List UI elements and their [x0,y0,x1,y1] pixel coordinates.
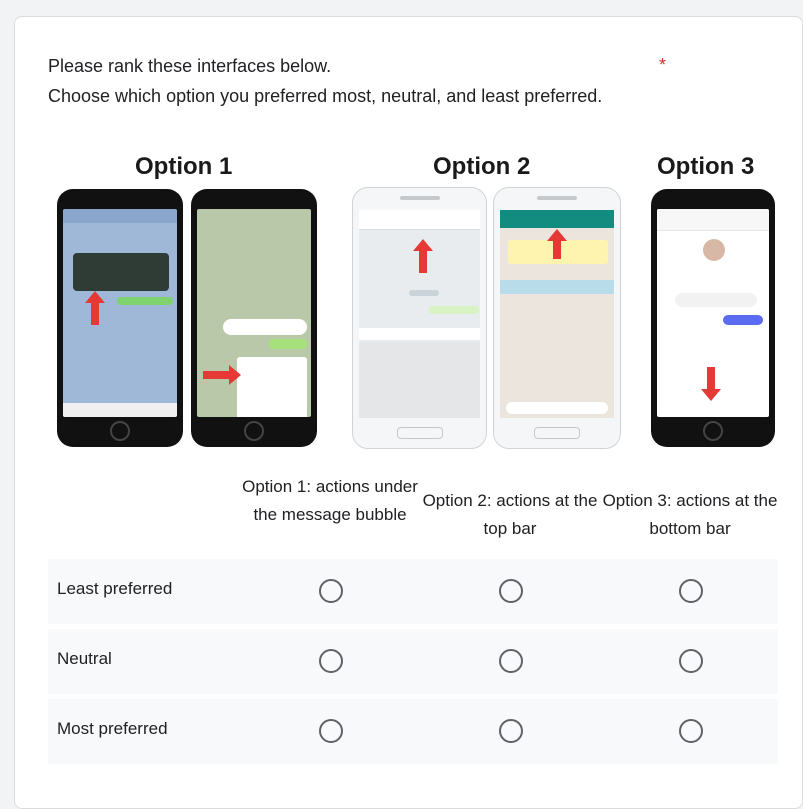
question-card: Please rank these interfaces below. Choo… [14,16,803,809]
arrow-up-icon [547,229,567,259]
required-asterisk: * [659,55,667,75]
row-label: Least preferred [57,579,173,598]
option-3-phone [651,189,775,447]
column-header-option-3: Option 3: actions at the bottom bar [602,491,778,538]
option-1-phone-a [57,189,183,447]
arrow-up-icon [85,291,105,325]
radio-least-option-1[interactable] [319,579,343,603]
radio-neutral-option-3[interactable] [679,649,703,673]
option-1-phone-b [191,189,317,447]
radio-neutral-option-1[interactable] [319,649,343,673]
radio-least-option-3[interactable] [679,579,703,603]
arrow-up-icon [413,239,433,273]
grid-row-most-preferred: Most preferred [48,699,778,764]
option-1-title: Option 1 [135,153,233,180]
column-header-option-2: Option 2: actions at the top bar [422,491,598,538]
radio-most-option-1[interactable] [319,719,343,743]
option-2-phone-b [493,187,621,449]
option-3-title: Option 3 [657,153,755,180]
arrow-down-icon [701,367,721,401]
row-label: Neutral [57,649,112,668]
question-description: Choose which option you preferred most, … [48,86,603,106]
radio-most-option-2[interactable] [499,719,523,743]
arrow-right-icon [203,365,241,385]
radio-most-option-3[interactable] [679,719,703,743]
grid-row-least-preferred: Least preferred [48,559,778,624]
column-header-option-1: Option 1: actions under the message bubb… [242,477,418,524]
option-2-title: Option 2 [433,153,531,180]
radio-neutral-option-2[interactable] [499,649,523,673]
option-2-phone-a [352,187,487,449]
row-label: Most preferred [57,719,168,738]
radio-least-option-2[interactable] [499,579,523,603]
question-title: Please rank these interfaces below. [48,56,332,76]
grid-row-neutral: Neutral [48,629,778,694]
